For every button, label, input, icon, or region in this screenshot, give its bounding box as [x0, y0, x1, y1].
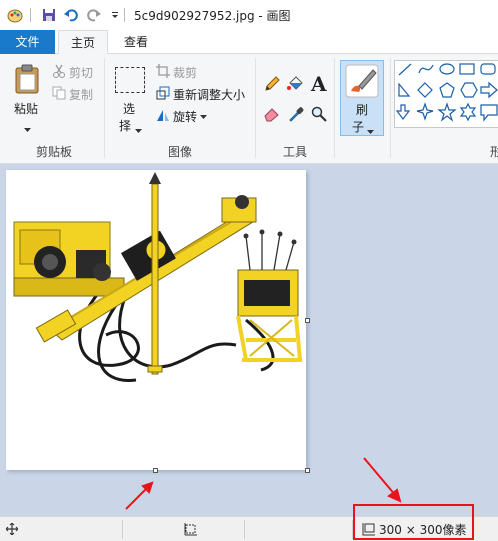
title-bar: 5c9d902927952.jpg - 画图 — [0, 0, 498, 30]
text-tool-icon[interactable]: A — [311, 72, 327, 96]
crop-icon — [156, 63, 170, 81]
tab-view[interactable]: 查看 — [112, 30, 160, 54]
canvas-workspace[interactable] — [0, 164, 498, 516]
rectangle-shape-icon — [459, 63, 475, 75]
save-icon[interactable] — [40, 6, 58, 24]
select-label-2: 择 — [119, 119, 132, 133]
tab-file[interactable]: 文件 — [0, 30, 55, 54]
paste-label: 粘贴 — [14, 102, 39, 116]
magnifier-icon[interactable] — [311, 106, 327, 125]
paint-app-icon[interactable] — [6, 6, 24, 24]
fill-bucket-icon[interactable] — [287, 76, 303, 95]
resize-button[interactable]: 重新调整大小 — [156, 84, 245, 104]
clipboard-icon — [14, 64, 40, 97]
window-title: 5c9d902927952.jpg - 画图 — [134, 9, 291, 23]
resize-handle-bottom[interactable] — [153, 468, 158, 473]
drilling-rig-image — [13, 172, 302, 382]
crop-label: 裁剪 — [173, 65, 198, 80]
chevron-down-icon — [200, 109, 208, 123]
line-shape-icon — [398, 63, 412, 76]
copy-icon — [52, 86, 66, 103]
cursor-position-icon — [5, 522, 19, 538]
star-five-shape-icon — [437, 102, 457, 122]
copy-label: 复制 — [69, 87, 94, 102]
quick-access-dropdown-icon[interactable] — [106, 6, 124, 24]
tools-group-label: 工具 — [283, 145, 308, 159]
redo-icon[interactable] — [85, 6, 103, 24]
brushes-label-2: 子 — [352, 120, 365, 134]
scissors-icon — [52, 64, 66, 81]
copy-button[interactable]: 复制 — [52, 84, 93, 104]
arrow-right-shape-icon — [480, 81, 498, 99]
resize-handle-right[interactable] — [305, 318, 310, 323]
tab-home[interactable]: 主页 — [58, 30, 108, 55]
select-rectangle-icon — [115, 67, 145, 93]
star-six-shape-icon — [459, 102, 477, 122]
arrow-down-shape-icon — [395, 104, 411, 120]
paste-button[interactable]: 粘贴 — [8, 60, 48, 136]
ribbon-tabs: 文件 主页 查看 — [0, 30, 498, 55]
brush-icon — [345, 64, 379, 101]
triangle-right-shape-icon — [398, 82, 411, 97]
diamond-shape-icon — [417, 82, 433, 98]
cut-label: 剪切 — [69, 65, 94, 80]
select-label-1: 选 — [123, 102, 136, 116]
image-group-label: 图像 — [168, 145, 193, 159]
selection-size-icon — [184, 522, 198, 539]
undo-icon[interactable] — [62, 6, 80, 24]
resize-label: 重新调整大小 — [173, 87, 246, 102]
color-picker-icon[interactable] — [288, 106, 304, 125]
resize-handle-corner[interactable] — [305, 468, 310, 473]
rotate-icon — [156, 108, 170, 125]
shapes-group-label: 形 — [490, 143, 498, 160]
highlight-box-annotation — [353, 504, 474, 540]
eraser-icon[interactable] — [264, 106, 280, 125]
select-button[interactable]: 选 择 — [112, 64, 148, 134]
clipboard-group-label: 剪贴板 — [36, 145, 73, 159]
star-four-shape-icon — [416, 102, 434, 121]
pencil-icon[interactable] — [264, 76, 280, 95]
crop-button[interactable]: 裁剪 — [156, 62, 197, 82]
oval-shape-icon — [439, 63, 455, 75]
image-canvas[interactable] — [6, 170, 306, 470]
rounded-rectangle-shape-icon — [480, 63, 496, 75]
pentagon-shape-icon — [439, 82, 455, 98]
chevron-down-icon — [24, 122, 31, 136]
callout-shape-icon — [480, 104, 498, 122]
rotate-label: 旋转 — [173, 109, 198, 124]
curve-shape-icon — [418, 64, 434, 74]
shapes-gallery[interactable] — [394, 60, 498, 128]
chevron-down-icon — [135, 123, 142, 137]
resize-icon — [156, 86, 170, 103]
cut-button[interactable]: 剪切 — [52, 62, 93, 82]
rotate-button[interactable]: 旋转 — [156, 106, 208, 126]
ribbon: 粘贴 剪切 复制 剪贴板 选 择 裁剪 重新调整大小 旋转 图像 A 工具 刷 … — [0, 54, 498, 164]
chevron-down-icon — [367, 124, 374, 138]
hexagon-shape-icon — [460, 82, 478, 98]
brushes-label-1: 刷 — [356, 103, 369, 117]
brushes-button[interactable]: 刷 子 — [340, 60, 384, 136]
